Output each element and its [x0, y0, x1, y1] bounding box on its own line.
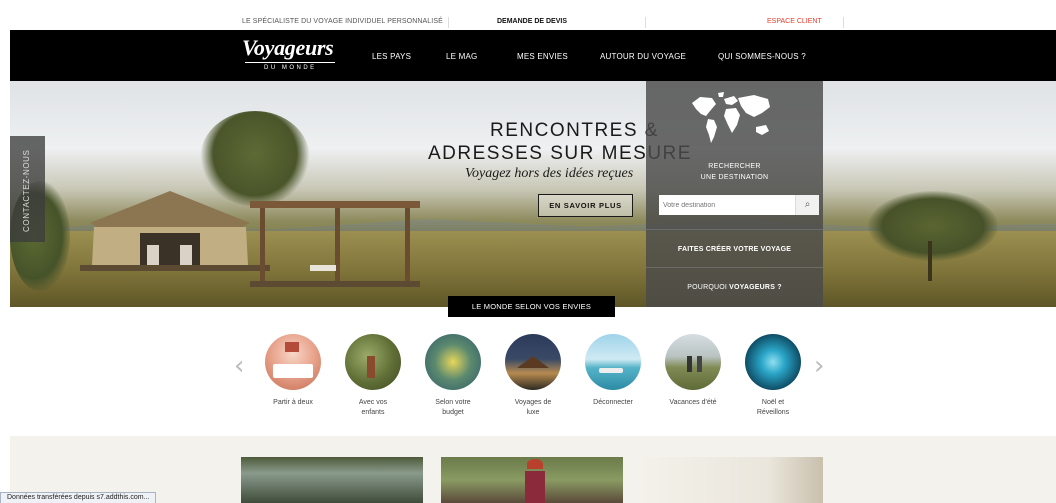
contact-us-tab[interactable]: CONTACTEZ-NOUS — [10, 136, 45, 242]
hero-title-line1: RENCONTRES & — [490, 120, 659, 141]
category-image — [345, 334, 401, 390]
quote-request-link[interactable]: DEMANDE DE DEVIS — [497, 18, 567, 25]
logo-underline — [245, 62, 335, 63]
category-label: Selon votre budget — [435, 399, 471, 416]
category-label: Déconnecter — [593, 399, 633, 406]
why-voyageurs-link[interactable]: POURQUOI VOYAGEURS ? — [646, 284, 823, 291]
destination-search-panel: RECHERCHER UNE DESTINATION ⌕ FAITES CRÉE… — [646, 81, 823, 307]
featured-card[interactable] — [641, 457, 823, 503]
nav-mes-envies[interactable]: MES ENVIES — [517, 52, 568, 61]
learn-more-button[interactable]: EN SAVOIR PLUS — [538, 194, 633, 217]
why-prefix: POURQUOI — [687, 284, 728, 291]
category-image — [665, 334, 721, 390]
carousel-prev-arrow[interactable]: ‹ — [234, 351, 244, 381]
destination-search-box: ⌕ — [659, 195, 819, 215]
divider — [645, 17, 646, 28]
category-label: Vacances d'été — [669, 399, 717, 406]
featured-card[interactable] — [241, 457, 423, 503]
category-selon-votre-budget[interactable]: Selon votre budget — [418, 334, 488, 418]
hero-tagline: Voyagez hors des idées reçues — [465, 166, 634, 181]
category-image — [745, 334, 801, 390]
top-utility-bar: LE SPÉCIALISTE DU VOYAGE INDIVIDUEL PERS… — [0, 16, 1056, 29]
category-partir-a-deux[interactable]: Partir à deux — [258, 334, 328, 408]
pergola-illustration — [250, 201, 420, 287]
category-avec-vos-enfants[interactable]: Avec vos enfants — [338, 334, 408, 418]
world-map-icon — [692, 92, 770, 143]
destination-input[interactable] — [659, 195, 792, 215]
safari-tent-illustration — [80, 191, 270, 271]
site-tagline: LE SPÉCIALISTE DU VOYAGE INDIVIDUEL PERS… — [242, 18, 443, 25]
hero-banner: CONTACTEZ-NOUS RENCONTRES & ADRESSES SUR… — [10, 81, 1056, 307]
divider — [646, 229, 823, 230]
main-navigation: Voyageurs DU MONDE LES PAYS LE MAG MES E… — [10, 30, 1056, 81]
category-vacances-d-ete[interactable]: Vacances d'été — [658, 334, 728, 408]
divider — [843, 17, 844, 28]
logo[interactable]: Voyageurs — [242, 35, 334, 61]
category-label: Avec vos enfants — [358, 399, 388, 416]
divider — [646, 267, 823, 268]
category-voyages-de-luxe[interactable]: Voyages de luxe — [498, 334, 568, 418]
nav-les-pays[interactable]: LES PAYS — [372, 52, 411, 61]
category-label: Noël et Réveillons — [756, 399, 790, 416]
category-image — [425, 334, 481, 390]
featured-card[interactable] — [441, 457, 623, 503]
search-heading: RECHERCHER — [708, 163, 761, 170]
divider — [448, 17, 449, 28]
section-label: LE MONDE SELON VOS ENVIES — [448, 296, 615, 317]
category-image — [585, 334, 641, 390]
logo-subtitle: DU MONDE — [264, 65, 317, 71]
nav-autour-du-voyage[interactable]: AUTOUR DU VOYAGE — [600, 52, 686, 61]
search-subheading: UNE DESTINATION — [700, 174, 769, 181]
nav-qui-sommes-nous[interactable]: QUI SOMMES-NOUS ? — [718, 52, 806, 61]
category-label: Voyages de luxe — [514, 399, 552, 416]
category-noel-et-reveillons[interactable]: Noël et Réveillons — [738, 334, 808, 418]
acacia-tree — [868, 191, 998, 261]
nav-le-mag[interactable]: LE MAG — [446, 52, 477, 61]
category-label: Partir à deux — [273, 399, 313, 406]
search-icon[interactable]: ⌕ — [795, 195, 819, 215]
create-trip-link[interactable]: FAITES CRÉER VOTRE VOYAGE — [646, 246, 823, 253]
client-area-link[interactable]: ESPACE CLIENT — [767, 18, 822, 25]
category-image — [505, 334, 561, 390]
category-image — [265, 334, 321, 390]
category-deconnecter[interactable]: Déconnecter — [578, 334, 648, 408]
tree-trunk — [928, 241, 932, 281]
carousel-next-arrow[interactable]: › — [814, 351, 824, 381]
browser-status-bar: Données transférées depuis s7.addthis.co… — [0, 492, 157, 503]
why-brand: VOYAGEURS ? — [729, 284, 782, 291]
contact-us-label: CONTACTEZ-NOUS — [22, 149, 31, 232]
